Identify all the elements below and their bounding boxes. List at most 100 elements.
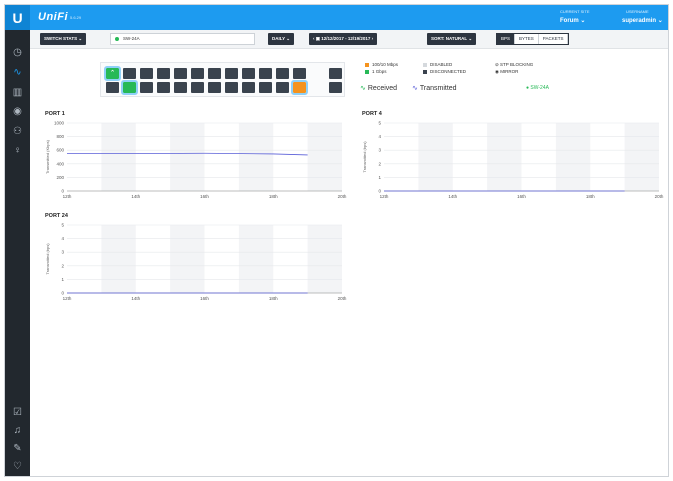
chart-band [418, 123, 453, 191]
chart-band [170, 225, 205, 293]
chart-band [238, 123, 274, 191]
chart-band [238, 225, 274, 293]
switch-port[interactable] [140, 68, 153, 79]
switch-port[interactable] [191, 82, 204, 93]
units-packets-button[interactable]: PACKETS [538, 34, 569, 44]
units-bytes-button[interactable]: BYTES [515, 34, 539, 44]
ubiquiti-logo[interactable]: U [5, 5, 30, 30]
heart-icon[interactable]: ♡ [11, 460, 24, 473]
site-value: Forum [560, 18, 579, 24]
logo-letter: U [12, 9, 23, 26]
chart-band [555, 123, 591, 191]
y-tick-label: 1000 [54, 121, 65, 126]
switch-port[interactable] [208, 82, 221, 93]
units-bps-button[interactable]: BPS [497, 34, 516, 44]
y-tick-label: 2 [61, 263, 64, 268]
switch-port[interactable] [157, 68, 170, 79]
switch-port[interactable] [174, 82, 187, 93]
switch-port[interactable] [259, 68, 272, 79]
switch-select[interactable]: SW-24A [110, 33, 255, 45]
alerts-icon[interactable]: ♫ [11, 424, 24, 437]
sort-dropdown[interactable]: SORT: NATURAL ⌄ [427, 33, 477, 45]
devices-icon[interactable]: ◉ [11, 105, 24, 118]
x-tick-label: 16th [517, 194, 526, 199]
legend-stp: ⊘ STP BLOCKING [495, 62, 533, 68]
switch-port[interactable] [191, 68, 204, 79]
switch-port[interactable] [208, 68, 221, 79]
switch-port[interactable] [123, 68, 136, 79]
y-tick-label: 200 [56, 175, 64, 180]
legend-1gbps-label: 1 Gbps [372, 69, 387, 74]
brand-name: UniFi [38, 11, 68, 23]
sfp-port[interactable] [329, 82, 342, 93]
x-tick-label: 14th [131, 194, 140, 199]
chevron-left-icon: ‹ [313, 36, 315, 41]
switch-port[interactable] [225, 68, 238, 79]
x-tick-label: 16th [200, 194, 209, 199]
date-range-picker[interactable]: ‹ ▣ 12/12/2017 - 12/19/2017 › [309, 33, 378, 45]
y-tick-label: 0 [378, 189, 381, 194]
status-dot-icon [115, 36, 119, 41]
legend-mirror: ◉ MIRROR [495, 69, 518, 75]
switch-port[interactable] [106, 82, 119, 93]
chevron-down-icon: ⌄ [580, 18, 586, 24]
chat-icon[interactable]: ✎ [11, 442, 24, 455]
username-label: USERNAME [626, 9, 649, 14]
sfp-port[interactable] [329, 68, 342, 79]
legend-transmitted: ∿ Transmitted [412, 84, 457, 92]
x-tick-label: 18th [269, 194, 278, 199]
chart-band [487, 123, 522, 191]
x-tick-label: 12th [63, 296, 72, 301]
switch-port[interactable] [293, 68, 306, 79]
y-tick-label: 1 [61, 277, 64, 282]
clients-icon[interactable]: ⚇ [11, 125, 24, 138]
switch-port[interactable]: ⌃ [104, 66, 121, 81]
switch-port[interactable] [276, 68, 289, 79]
switch-port[interactable] [121, 80, 138, 95]
calendar-icon: ▣ [315, 36, 321, 41]
switch-port[interactable] [259, 82, 272, 93]
y-axis-label: Transmitted (bps) [362, 141, 367, 173]
switch-port[interactable] [225, 82, 238, 93]
legend-disabled-label: DISABLED [430, 62, 453, 67]
y-tick-label: 5 [378, 121, 381, 126]
switch-port-diagram: ⌃ [100, 62, 345, 97]
legend-received-label: Received [367, 85, 398, 92]
y-tick-label: 2 [378, 161, 381, 166]
y-tick-label: 4 [378, 134, 381, 139]
switch-stats-dropdown[interactable]: SWITCH STATS ⌄ [40, 33, 87, 45]
dashboard-icon[interactable]: ◷ [11, 46, 24, 59]
y-tick-label: 800 [56, 134, 64, 139]
site-selector[interactable]: Forum ⌄ [560, 17, 585, 24]
app-window: U UniFi 5.6.29 CURRENT SITE Forum ⌄ USER… [4, 4, 669, 477]
y-tick-label: 3 [378, 148, 381, 153]
y-tick-label: 400 [56, 161, 64, 166]
switch-port[interactable] [174, 68, 187, 79]
chart-band [624, 123, 659, 191]
legend-100mbps: 100/10 Mbps [365, 62, 398, 67]
interval-label: DAILY [272, 36, 286, 41]
legend-disabled: DISABLED [423, 62, 452, 67]
switch-select-value: SW-24A [123, 36, 140, 41]
interval-dropdown[interactable]: DAILY ⌄ [268, 33, 295, 45]
switch-port[interactable] [242, 82, 255, 93]
chart-band [307, 123, 342, 191]
insights-icon[interactable]: ♀ [11, 144, 24, 157]
map-icon[interactable]: ▥ [11, 86, 24, 99]
user-menu[interactable]: superadmin ⌄ [622, 17, 663, 24]
switch-port[interactable] [140, 82, 153, 93]
y-axis-label: Transmitted (Kbps) [45, 139, 50, 174]
legend-switch-name: SW-24A [530, 85, 549, 91]
legend-switch: ● SW-24A [526, 85, 549, 91]
statistics-icon[interactable]: ∿ [11, 66, 24, 79]
chart-band [170, 123, 205, 191]
y-tick-label: 3 [61, 250, 64, 255]
switch-port[interactable] [276, 82, 289, 93]
switch-port[interactable] [242, 68, 255, 79]
events-icon[interactable]: ☑ [11, 406, 24, 419]
legend-disconnected: DISCONNECTED [423, 69, 466, 74]
switch-port[interactable] [291, 80, 308, 95]
switch-port[interactable] [157, 82, 170, 93]
app-version: 5.6.29 [70, 15, 82, 20]
chart-band [101, 123, 136, 191]
